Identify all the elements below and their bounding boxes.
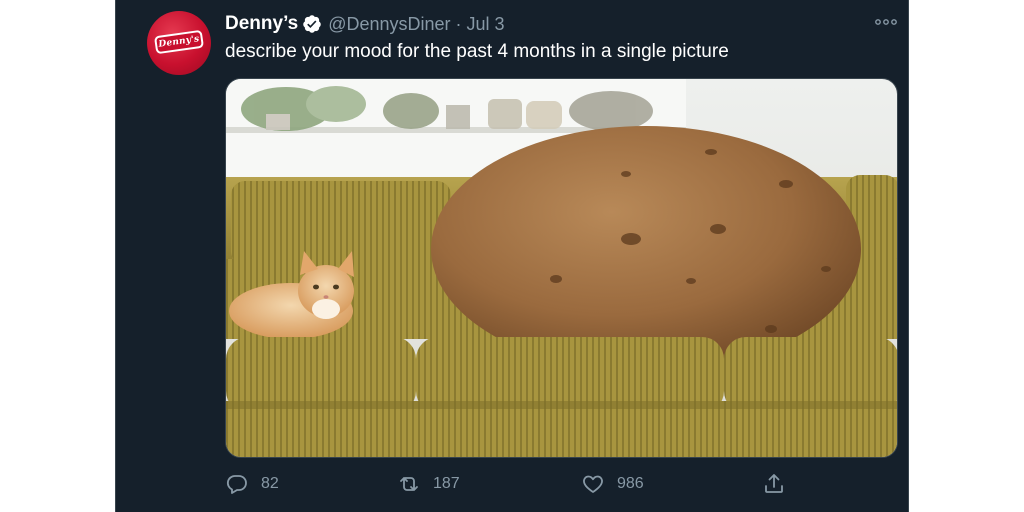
author-avatar[interactable]: Denny's xyxy=(147,11,211,75)
tweet-date[interactable]: Jul 3 xyxy=(467,14,505,35)
reply-count: 82 xyxy=(261,475,279,492)
author-display-name[interactable]: Denny’s xyxy=(225,13,298,35)
retweet-count: 187 xyxy=(433,475,460,492)
like-button[interactable]: 986 xyxy=(581,470,644,498)
dennys-logo: Denny's xyxy=(153,29,205,55)
header-separator: · xyxy=(455,13,462,34)
author-handle[interactable]: @DennysDiner xyxy=(328,14,450,35)
retweet-icon xyxy=(400,477,418,491)
reply-icon xyxy=(226,475,247,494)
share-button[interactable] xyxy=(762,470,786,498)
tweet-actions: 82 187 986 xyxy=(225,470,898,498)
tweet-card[interactable]: Denny's Denny’s @DennysDiner · Jul 3 des… xyxy=(115,0,909,512)
heart-icon xyxy=(583,475,603,493)
tweet-photo[interactable] xyxy=(225,78,898,458)
potato-couch-cat-photo xyxy=(226,79,897,457)
tweet-text: describe your mood for the past 4 months… xyxy=(225,41,729,62)
retweet-button[interactable]: 187 xyxy=(397,470,460,498)
verified-badge-icon xyxy=(303,15,321,33)
like-count: 986 xyxy=(617,475,644,492)
more-options-icon[interactable] xyxy=(874,14,898,30)
reply-button[interactable]: 82 xyxy=(225,470,279,498)
tweet-header: Denny’s @DennysDiner · Jul 3 xyxy=(225,12,505,36)
share-icon xyxy=(765,474,783,493)
